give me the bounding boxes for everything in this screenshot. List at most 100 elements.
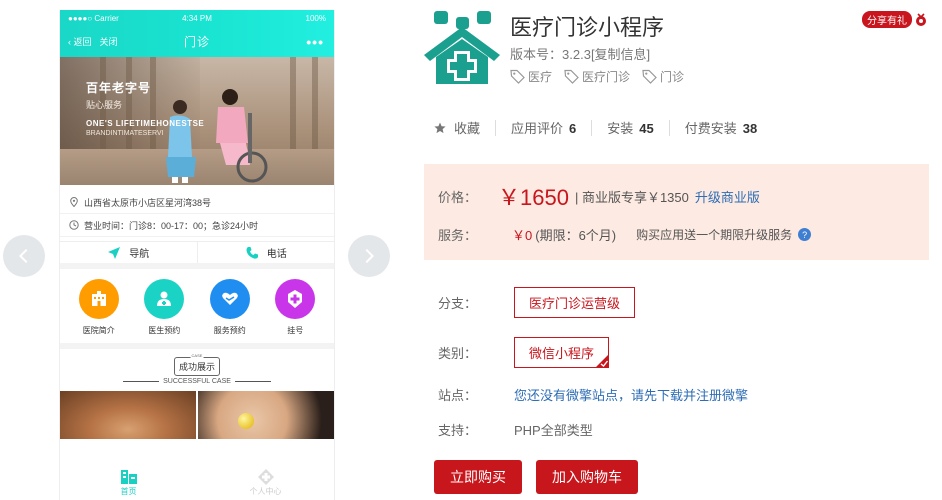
stats-bar: 收藏 应用评价 6 安装 45 付费安装 38	[434, 118, 757, 137]
case-image[interactable]	[60, 391, 196, 439]
tag-icon	[510, 69, 525, 84]
service-hospital-intro[interactable]: 医院简介	[69, 279, 129, 343]
clock-icon	[69, 220, 79, 230]
phone-icon	[246, 246, 258, 259]
service-row: 服务： ￥0 (期限：6个月) 购买应用送一个期限升级服务 ?	[438, 225, 812, 244]
case-image[interactable]	[198, 391, 334, 439]
case-section-header: 成功展示 SUCCESSFUL CASE	[60, 349, 334, 391]
nurse-illustration	[166, 100, 196, 183]
call-button[interactable]: 电话	[196, 242, 335, 263]
case-gallery	[60, 391, 334, 439]
add-to-cart-button[interactable]: 加入购物车	[536, 460, 638, 494]
phone-header: ●●●●○ Carrier 4:34 PM 100% ‹ 返回 关闭 门诊 ••…	[60, 10, 334, 57]
business-price: | 商业版专享￥1350	[574, 189, 689, 205]
service-appointment[interactable]: 服务预约	[200, 279, 260, 343]
contact-actions: 导航 电话	[60, 241, 334, 269]
service-label: 医生预约	[148, 326, 181, 335]
carousel-prev-button[interactable]	[3, 235, 45, 277]
support-value: PHP全部类型	[514, 423, 593, 438]
close-button[interactable]: 关闭	[100, 35, 118, 48]
branch-row: 分支： 医疗门诊运营级	[438, 287, 636, 318]
support-label: 支持：	[438, 423, 478, 438]
tag-label: 医疗门诊	[582, 70, 631, 84]
medical-cross-icon	[275, 279, 316, 319]
rating-stat[interactable]: 应用评价 6	[511, 118, 576, 137]
tag-list: 医疗 医疗门诊 门诊	[510, 68, 684, 85]
banner-english-line2: BRANDINTIMATESERVI	[86, 130, 164, 137]
tag-item[interactable]: 门诊	[642, 68, 684, 85]
price-label: 价格：	[438, 189, 478, 205]
rating-label: 应用评价	[511, 121, 564, 136]
chevron-left-icon	[18, 248, 28, 264]
share-reward-badge[interactable]: 分享有礼	[862, 11, 928, 28]
service-note: 购买应用送一个期限升级服务	[636, 228, 793, 242]
navigation-arrow-icon	[108, 246, 121, 259]
tag-item[interactable]: 医疗	[510, 68, 552, 85]
address-row: 山西省太原市小店区星河湾38号	[60, 191, 334, 214]
install-stat: 安装 45	[607, 118, 653, 137]
version-number: 3.2.3	[562, 47, 591, 62]
service-label: 服务预约	[213, 326, 246, 335]
service-label: 服务：	[438, 228, 478, 243]
chevron-right-icon	[365, 248, 375, 264]
version-row: 版本号：3.2.3[复制信息]	[510, 44, 650, 63]
install-label: 安装	[607, 121, 634, 136]
tab-profile[interactable]: 个人中心	[197, 464, 334, 500]
hours-text: 营业时间：门诊8：00-17：00；急诊24小时	[84, 220, 259, 231]
doctor-icon	[144, 279, 185, 319]
service-label: 挂号	[287, 326, 304, 335]
back-button[interactable]: ‹ 返回	[68, 35, 92, 48]
paid-install-stat: 付费安装 38	[685, 118, 757, 137]
site-label: 站点：	[438, 388, 478, 403]
product-title: 医疗门诊小程序	[510, 15, 665, 40]
hero-banner: 百年老字号 贴心服务 ONE'S LIFETIMEHONESTSE BRANDI…	[60, 57, 334, 185]
navigate-button[interactable]: 导航	[60, 242, 197, 263]
copy-info-link[interactable]: [复制信息]	[591, 47, 650, 62]
help-icon[interactable]: ?	[798, 228, 812, 241]
hours-row: 营业时间：门诊8：00-17：00；急诊24小时	[60, 214, 334, 237]
app-logo-icon	[424, 11, 500, 84]
support-row: 支持： PHP全部类型	[438, 420, 593, 439]
service-period: (期限：6个月)	[535, 228, 617, 243]
price-row: 价格： ￥1650 | 商业版专享￥1350 升级商业版	[438, 180, 760, 212]
tab-home[interactable]: 首页	[60, 464, 197, 500]
category-option-selected[interactable]: 微信小程序	[514, 337, 610, 368]
branch-label: 分支：	[438, 296, 478, 311]
service-grid: 医院简介 医生预约 服务预约 挂号	[60, 269, 334, 349]
register-site-link[interactable]: 您还没有微擎站点，请先下载并注册微擎	[514, 385, 748, 404]
category-label: 类别：	[438, 346, 478, 361]
tag-icon	[642, 69, 657, 84]
handshake-heart-icon	[209, 279, 250, 319]
more-menu-button[interactable]: •••	[306, 34, 324, 50]
favorite-button[interactable]: 收藏	[434, 118, 480, 137]
phone-tabbar: 首页 个人中心	[60, 464, 334, 500]
service-registration[interactable]: 挂号	[265, 279, 325, 343]
service-label: 医院简介	[82, 326, 115, 335]
branch-option[interactable]: 医疗门诊运营级	[514, 287, 636, 318]
install-count: 45	[639, 121, 654, 136]
tag-item[interactable]: 医疗门诊	[564, 68, 630, 85]
hospital-building-icon	[78, 279, 119, 319]
service-doctor-booking[interactable]: 医生预约	[134, 279, 194, 343]
gift-medal-icon	[916, 12, 926, 26]
patient-wheelchair-illustration	[216, 89, 268, 183]
paid-install-label: 付费安装	[684, 121, 737, 136]
call-label: 电话	[266, 249, 287, 260]
buy-now-button[interactable]: 立即购买	[434, 460, 522, 494]
favorite-label: 收藏	[454, 121, 481, 136]
profile-diamond-icon	[257, 468, 274, 485]
selected-check-icon	[595, 354, 610, 368]
category-value: 微信小程序	[529, 346, 595, 361]
share-label: 分享有礼	[862, 11, 912, 28]
banner-subtitle: 贴心服务	[86, 100, 123, 110]
phone-navbar: ‹ 返回 关闭 门诊 •••	[60, 26, 334, 57]
price-panel: 价格： ￥1650 | 商业版专享￥1350 升级商业版 服务： ￥0 (期限：…	[424, 164, 929, 260]
case-subtitle-row: SUCCESSFUL CASE	[60, 378, 334, 385]
tab-label: 个人中心	[249, 486, 282, 496]
rating-count: 6	[569, 121, 577, 136]
price-value: ￥1650	[498, 185, 569, 210]
upgrade-business-link[interactable]: 升级商业版	[695, 187, 760, 206]
carousel-next-button[interactable]	[348, 235, 390, 277]
tag-icon	[564, 69, 579, 84]
tag-label: 门诊	[660, 70, 685, 84]
